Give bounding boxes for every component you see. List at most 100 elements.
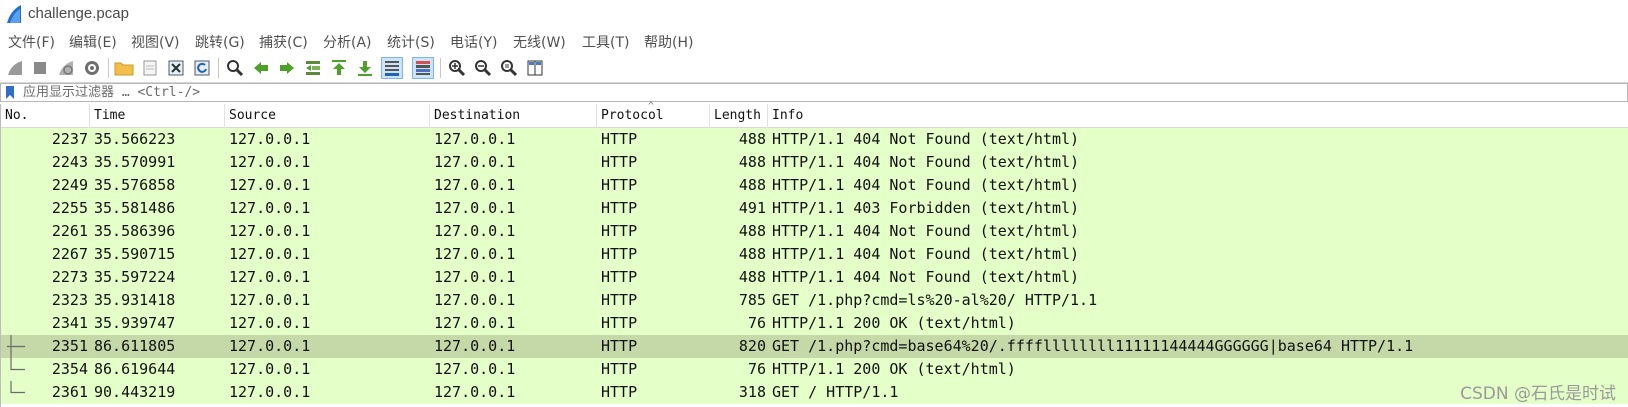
menu-edit[interactable]: 编辑(E) bbox=[69, 32, 117, 52]
last-packet-button[interactable] bbox=[354, 57, 376, 79]
packet-row[interactable]: 2255 35.581486 127.0.0.1 127.0.0.1 HTTP 491 HT… bbox=[1, 197, 1628, 220]
resize-columns-button[interactable] bbox=[524, 57, 546, 79]
go-forward-button[interactable] bbox=[276, 57, 298, 79]
cell-source: 127.0.0.1 bbox=[229, 268, 311, 286]
arrow-left-icon bbox=[254, 62, 268, 74]
main-toolbar bbox=[0, 54, 1628, 83]
resize-columns-icon bbox=[527, 60, 543, 76]
packet-row[interactable]: 2267 35.590715 127.0.0.1 127.0.0.1 HTTP 488 HT… bbox=[1, 243, 1628, 266]
cell-no: 2261 bbox=[51, 222, 88, 240]
display-filter-input[interactable] bbox=[23, 84, 1603, 101]
packet-list: No. Time Source Destination Protocol ^ L… bbox=[0, 101, 1628, 407]
menu-wireless[interactable]: 无线(W) bbox=[513, 32, 566, 52]
cell-destination: 127.0.0.1 bbox=[434, 268, 516, 286]
packet-row[interactable]: 2243 35.570991 127.0.0.1 127.0.0.1 HTTP 488 HT… bbox=[1, 151, 1628, 174]
cell-info: GET /1.php?cmd=ls%20-al%20/ HTTP/1.1 bbox=[772, 291, 1098, 309]
packet-row[interactable]: 2354 86.619644 127.0.0.1 127.0.0.1 HTTP 76 HTT… bbox=[1, 358, 1628, 381]
cell-length: 488 bbox=[738, 176, 766, 194]
cell-no: 2267 bbox=[51, 245, 88, 263]
menu-tools[interactable]: 工具(T) bbox=[582, 32, 629, 52]
column-header-length[interactable]: Length bbox=[710, 104, 768, 128]
go-back-button[interactable] bbox=[250, 57, 272, 79]
cell-source: 127.0.0.1 bbox=[229, 337, 311, 355]
normal-size-button[interactable] bbox=[498, 57, 520, 79]
arrow-down-icon bbox=[358, 61, 372, 76]
zoom-out-icon bbox=[475, 60, 492, 77]
cell-protocol: HTTP bbox=[601, 176, 638, 194]
cell-time: 90.443219 bbox=[94, 383, 176, 401]
reload-file-button[interactable] bbox=[191, 57, 213, 79]
cell-protocol: HTTP bbox=[601, 130, 638, 148]
auto-scroll-icon bbox=[385, 61, 399, 76]
arrow-right-icon bbox=[280, 62, 294, 74]
auto-scroll-button[interactable] bbox=[381, 57, 403, 79]
packet-row[interactable]: 2361 90.443219 127.0.0.1 127.0.0.1 HTTP 318 GE… bbox=[1, 381, 1628, 404]
cell-length: 318 bbox=[738, 383, 766, 401]
find-packet-button[interactable] bbox=[224, 57, 246, 79]
file-icon bbox=[143, 60, 157, 76]
packet-row[interactable]: 2237 35.566223 127.0.0.1 127.0.0.1 HTTP 488 HT… bbox=[1, 128, 1628, 151]
bookmark-icon[interactable] bbox=[5, 85, 15, 100]
cell-info: HTTP/1.1 200 OK (text/html) bbox=[772, 314, 1016, 332]
go-to-packet-button[interactable] bbox=[302, 57, 324, 79]
cell-protocol: HTTP bbox=[601, 360, 638, 378]
cell-no: 2255 bbox=[51, 199, 88, 217]
cell-info: HTTP/1.1 404 Not Found (text/html) bbox=[772, 245, 1080, 263]
cell-info: GET /1.php?cmd=base64%20/.ffffllllllll11… bbox=[772, 337, 1414, 355]
column-header-destination[interactable]: Destination bbox=[430, 104, 597, 128]
cell-time: 86.611805 bbox=[94, 337, 176, 355]
save-file-button[interactable] bbox=[139, 57, 161, 79]
capture-options-button[interactable] bbox=[81, 57, 103, 79]
cell-time: 35.581486 bbox=[94, 199, 176, 217]
menu-capture[interactable]: 捕获(C) bbox=[259, 32, 308, 52]
zoom-in-icon bbox=[449, 60, 466, 77]
cell-source: 127.0.0.1 bbox=[229, 153, 311, 171]
cell-destination: 127.0.0.1 bbox=[434, 245, 516, 263]
stop-capture-button[interactable] bbox=[29, 57, 51, 79]
cell-destination: 127.0.0.1 bbox=[434, 360, 516, 378]
cell-source: 127.0.0.1 bbox=[229, 199, 311, 217]
menu-analyze[interactable]: 分析(A) bbox=[323, 32, 372, 52]
close-file-button[interactable] bbox=[165, 57, 187, 79]
zoom-in-button[interactable] bbox=[446, 57, 468, 79]
cell-no: 2341 bbox=[51, 314, 88, 332]
menu-go[interactable]: 跳转(G) bbox=[195, 32, 245, 52]
open-file-button[interactable] bbox=[113, 57, 135, 79]
menu-file[interactable]: 文件(F) bbox=[8, 32, 55, 52]
cell-length: 488 bbox=[738, 268, 766, 286]
stop-icon bbox=[34, 62, 46, 74]
packet-row[interactable]: 2249 35.576858 127.0.0.1 127.0.0.1 HTTP 488 HT… bbox=[1, 174, 1628, 197]
first-packet-button[interactable] bbox=[328, 57, 350, 79]
column-header-source[interactable]: Source bbox=[225, 104, 430, 128]
cell-protocol: HTTP bbox=[601, 314, 638, 332]
menu-telephony[interactable]: 电话(Y) bbox=[450, 32, 497, 52]
zoom-out-button[interactable] bbox=[472, 57, 494, 79]
cell-info: HTTP/1.1 404 Not Found (text/html) bbox=[772, 130, 1080, 148]
menu-help[interactable]: 帮助(H) bbox=[644, 32, 693, 52]
column-header-protocol-label: Protocol bbox=[601, 108, 664, 123]
packet-row[interactable]: 2261 35.586396 127.0.0.1 127.0.0.1 HTTP 488 HT… bbox=[1, 220, 1628, 243]
menu-statistics[interactable]: 统计(S) bbox=[387, 32, 435, 52]
column-header-info[interactable]: Info bbox=[768, 104, 1628, 128]
cell-no: 2273 bbox=[51, 268, 88, 286]
packet-row[interactable]: 2341 35.939747 127.0.0.1 127.0.0.1 HTTP 76 HTT… bbox=[1, 312, 1628, 335]
cell-length: 488 bbox=[738, 130, 766, 148]
restart-capture-button[interactable] bbox=[55, 57, 77, 79]
column-header-protocol[interactable]: Protocol ^ bbox=[597, 101, 710, 128]
cell-no: 2361 bbox=[51, 383, 88, 401]
column-header-time[interactable]: Time bbox=[90, 104, 225, 128]
packet-row[interactable]: 2273 35.597224 127.0.0.1 127.0.0.1 HTTP 488 HT… bbox=[1, 266, 1628, 289]
cell-destination: 127.0.0.1 bbox=[434, 130, 516, 148]
window-title: challenge.pcap bbox=[28, 5, 129, 22]
packet-list-header: No. Time Source Destination Protocol ^ L… bbox=[1, 101, 1628, 128]
menu-view[interactable]: 视图(V) bbox=[131, 32, 180, 52]
cell-time: 35.931418 bbox=[94, 291, 176, 309]
packet-row[interactable]: 2351 86.611805 127.0.0.1 127.0.0.1 HTTP 820 GE… bbox=[1, 335, 1628, 358]
column-header-no[interactable]: No. bbox=[1, 104, 90, 128]
cell-source: 127.0.0.1 bbox=[229, 245, 311, 263]
cell-length: 785 bbox=[738, 291, 766, 309]
colorize-button[interactable] bbox=[412, 57, 434, 79]
cell-time: 35.597224 bbox=[94, 268, 176, 286]
start-capture-button[interactable] bbox=[4, 57, 26, 79]
packet-row[interactable]: 2323 35.931418 127.0.0.1 127.0.0.1 HTTP 785 GE… bbox=[1, 289, 1628, 312]
